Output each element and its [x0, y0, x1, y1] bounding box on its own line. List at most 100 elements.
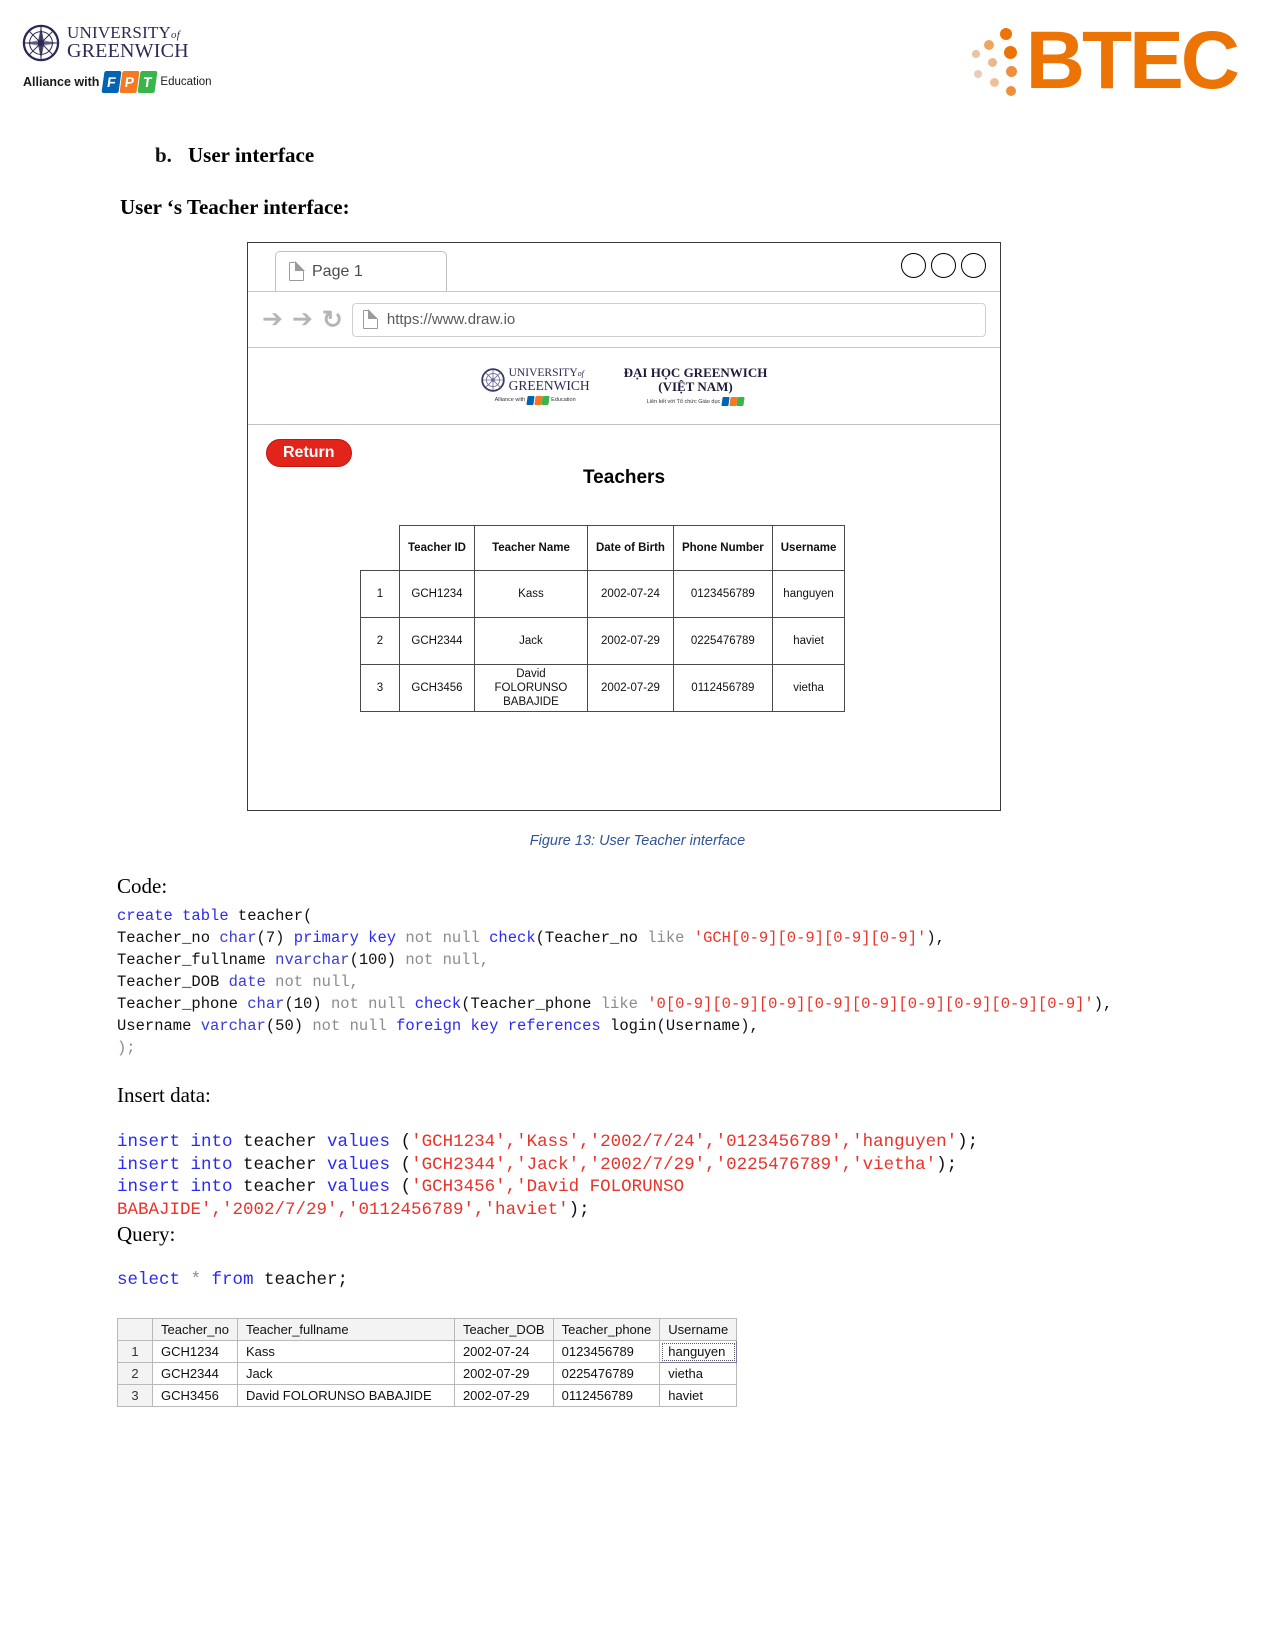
grid-cell-username-selected[interactable]: hanguyen [659, 1340, 738, 1363]
code-table-name: teacher [232, 1177, 328, 1197]
code-check-open: (Teacher_phone [461, 995, 601, 1013]
fpt-mini-logo-icon [721, 397, 745, 407]
query-label: Query: [117, 1222, 176, 1246]
fpt-alliance-logo: Alliance with F P T Education [23, 71, 282, 93]
cell-username: haviet [771, 617, 846, 665]
banner-uog-alliance: Alliance with Education [494, 395, 576, 405]
code-line5-end: ), [1093, 995, 1113, 1013]
grid-row-number-header [117, 1318, 153, 1341]
code-insert-into: insert into [117, 1154, 233, 1175]
subsection-title: User ‘s Teacher interface: [120, 195, 350, 219]
alliance-prefix-label: Alliance with [23, 75, 100, 89]
code-query-table: teacher; [253, 1270, 349, 1290]
compass-rose-icon [480, 368, 505, 392]
window-controls[interactable] [901, 253, 986, 278]
uog-line2: GREENWICH [67, 39, 189, 62]
grid-row-number: 1 [117, 1340, 153, 1363]
fpt-mini-logo-icon [526, 395, 550, 405]
browser-tab-page1[interactable]: Page 1 [275, 251, 447, 291]
code-insert-values-3: 'GCH3456','David FOLORUNSO [411, 1177, 685, 1197]
cell-teacher-id: GCH2344 [399, 617, 475, 665]
cell-teacher-name: David FOLORUNSO BABAJIDE [473, 664, 588, 712]
grid-row[interactable]: 1 GCH1234 Kass 2002-07-24 0123456789 han… [117, 1340, 738, 1363]
grid-column-teacher-dob: Teacher_DOB [453, 1318, 554, 1341]
grid-cell-username: vietha [659, 1362, 738, 1385]
grid-row[interactable]: 3 GCH3456 David FOLORUNSO BABAJIDE 2002-… [117, 1384, 738, 1407]
maximize-circle-icon[interactable] [931, 253, 956, 278]
grid-row-number: 3 [117, 1384, 153, 1407]
code-type-nvarchar: nvarchar [275, 951, 350, 969]
code-insert-values-3-wrap: BABAJIDE','2002/7/29','0112456789','havi… [117, 1199, 569, 1220]
code-values: values [327, 1177, 391, 1197]
btec-logo: BTEC [970, 20, 1240, 102]
grid-column-teacher-fullname: Teacher_fullname [236, 1318, 455, 1341]
code-paren-open: ( [390, 1132, 412, 1152]
code-insert-into: insert into [117, 1132, 233, 1152]
code-line2-end: ), [926, 929, 945, 947]
cell-dob: 2002-07-24 [586, 570, 674, 618]
banner-dhg-line2: (VIỆT NAM) [658, 379, 733, 394]
arrow-left-icon[interactable]: ➔ [262, 307, 283, 332]
mockup-content-area: Return Teachers Teacher ID Teacher Name … [248, 425, 1000, 811]
grid-cell-fullname: Jack [236, 1362, 455, 1385]
cell-phone: 0112456789 [672, 664, 773, 712]
grid-cell-phone: 0112456789 [552, 1384, 661, 1407]
minimize-circle-icon[interactable] [901, 253, 926, 278]
code-check: check [489, 929, 536, 947]
alliance-suffix-label: Education [160, 76, 212, 88]
arrow-right-icon[interactable]: ➔ [292, 307, 313, 332]
grid-row[interactable]: 2 GCH2344 Jack 2002-07-29 0225476789 vie… [117, 1362, 738, 1385]
query-result-grid: Teacher_no Teacher_fullname Teacher_DOB … [117, 1318, 738, 1407]
code-table-name: teacher [232, 1132, 328, 1152]
code-paren-close: ); [957, 1132, 979, 1152]
grid-cell-username: haviet [659, 1384, 738, 1407]
browser-mockup: Page 1 ➔ ➔ ↻ https://www.draw.io UNIVERS… [247, 242, 1001, 811]
row-index: 2 [360, 617, 400, 665]
code-teacher-no: Teacher_no [117, 929, 220, 947]
mockup-page-title: Teachers [582, 467, 666, 488]
code-values: values [327, 1154, 391, 1175]
btec-dot-cluster-icon [970, 22, 1036, 100]
code-label: Code: [117, 874, 168, 898]
code-paren-open: ( [390, 1177, 412, 1197]
code-create-rest: teacher( [228, 907, 313, 925]
column-header-phone: Phone Number [672, 525, 773, 571]
code-insert-values-2: 'GCH2344','Jack','2002/7/29','0225476789… [411, 1154, 937, 1175]
code-nvarchar-len: (100) [349, 951, 406, 969]
grid-column-username: Username [659, 1318, 738, 1341]
code-not-null: not null [312, 1017, 397, 1035]
code-not-null: not null, [265, 973, 359, 991]
code-insert-values-1: 'GCH1234','Kass','2002/7/24','0123456789… [411, 1132, 958, 1152]
page-heading-section: b. User interface [155, 143, 314, 168]
grid-header-row: Teacher_no Teacher_fullname Teacher_DOB … [117, 1318, 738, 1341]
table-row: 3 GCH3456 David FOLORUNSO BABAJIDE 2002-… [360, 664, 846, 712]
cell-phone: 0225476789 [672, 617, 773, 665]
fpt-letter-blocks: F P T [101, 71, 158, 93]
code-char-len: (7) [256, 929, 294, 947]
insert-data-label: Insert data: [117, 1083, 211, 1107]
code-star: * [180, 1270, 212, 1290]
table-row: 2 GCH2344 Jack 2002-07-29 0225476789 hav… [360, 617, 846, 665]
insert-code-block: insert into teacher values ('GCH1234','K… [117, 1131, 978, 1221]
return-button[interactable]: Return [266, 439, 352, 467]
cell-dob: 2002-07-29 [586, 664, 674, 712]
teachers-table: Teacher ID Teacher Name Date of Birth Ph… [360, 525, 846, 712]
compass-rose-icon [22, 24, 60, 62]
grid-row-number: 2 [117, 1362, 153, 1385]
address-bar-url: https://www.draw.io [386, 311, 516, 328]
banner-alliance-prefix: Alliance with [494, 397, 526, 403]
mockup-url-bar: ➔ ➔ ↻ https://www.draw.io [248, 292, 1000, 348]
table-row: 1 GCH1234 Kass 2002-07-24 0123456789 han… [360, 570, 846, 618]
close-circle-icon[interactable] [961, 253, 986, 278]
banner-uog-line2: GREENWICH [508, 378, 590, 393]
grid-cell-dob: 2002-07-24 [453, 1340, 554, 1363]
mockup-tab-bar: Page 1 [248, 243, 1000, 292]
section-number: b. [155, 143, 172, 167]
address-bar[interactable]: https://www.draw.io [351, 302, 986, 337]
code-check-open: (Teacher_no [535, 929, 648, 947]
browser-tab-label: Page 1 [312, 262, 363, 280]
grid-cell-teacher-no: GCH1234 [152, 1340, 238, 1363]
reload-icon[interactable]: ↻ [322, 305, 343, 335]
code-foreign-key-references: foreign key references [396, 1017, 601, 1035]
code-values: values [327, 1132, 391, 1152]
